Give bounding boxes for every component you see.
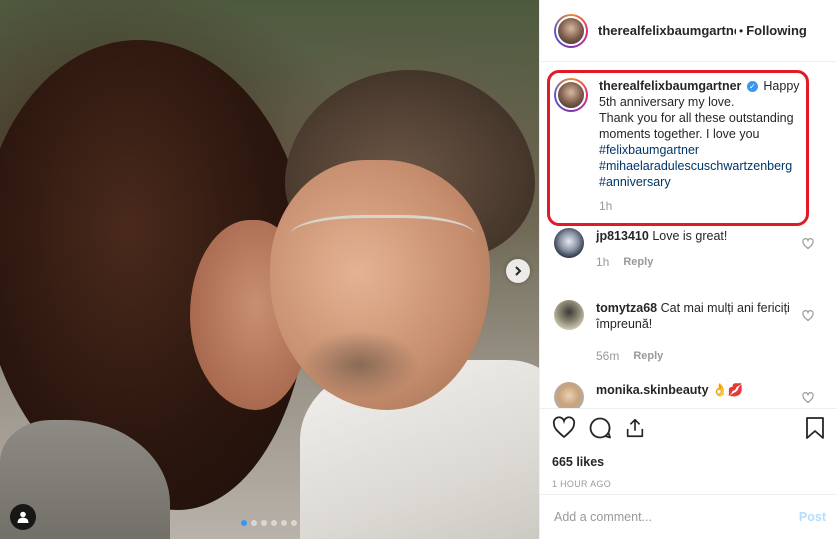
photo-detail-glasses	[290, 215, 475, 265]
likes-count[interactable]: 665 likes	[552, 455, 826, 469]
carousel-dot	[241, 520, 247, 526]
post-photo[interactable]	[0, 0, 539, 539]
highlight-box	[547, 70, 809, 226]
comment-item: tomytza68 Cat mai mulți ani fericiți împ…	[540, 294, 837, 378]
reply-button[interactable]: Reply	[633, 348, 663, 364]
author-username[interactable]: therealfelixbaumgartner	[598, 23, 736, 38]
photo-detail-beard	[300, 330, 420, 400]
post-header: therealfelixbaumgartner • Following	[540, 0, 837, 62]
comment-username[interactable]: jp813410	[596, 229, 649, 243]
reply-button[interactable]: Reply	[623, 254, 653, 270]
next-arrow-icon[interactable]	[506, 259, 530, 283]
comment-text: Love is great!	[652, 229, 728, 243]
carousel-dot	[291, 520, 297, 526]
avatar[interactable]	[554, 382, 584, 408]
post-sidebar: therealfelixbaumgartner • Following ther…	[539, 0, 837, 539]
caption: therealfelixbaumgartner ✓ Happy 5th anni…	[540, 62, 837, 230]
carousel-dot	[251, 520, 257, 526]
comment-username[interactable]: monika.skinbeauty	[596, 383, 709, 397]
separator: •	[739, 23, 744, 38]
carousel-dot	[261, 520, 267, 526]
heart-icon[interactable]	[552, 415, 576, 443]
comment-time: 1h	[596, 255, 610, 269]
carousel-indicator	[241, 520, 297, 526]
carousel-dot	[271, 520, 277, 526]
heart-icon[interactable]	[802, 310, 814, 325]
bookmark-icon[interactable]	[804, 416, 826, 443]
following-button[interactable]: Following	[746, 23, 807, 38]
comment-input[interactable]	[554, 510, 799, 524]
heart-icon[interactable]	[802, 238, 814, 253]
avatar[interactable]	[554, 13, 588, 48]
comment-composer: Post	[540, 494, 837, 539]
comment-icon[interactable]	[588, 416, 612, 443]
user-tag-icon[interactable]	[10, 504, 36, 530]
comment-item: monika.skinbeauty 👌💋	[540, 378, 837, 408]
post-timestamp: 1 HOUR AGO	[552, 479, 612, 489]
comment-time: 56m	[596, 349, 620, 363]
heart-icon[interactable]	[802, 392, 814, 407]
comment-text: 👌💋	[712, 383, 744, 397]
post-button[interactable]: Post	[799, 510, 826, 524]
comments-list[interactable]: therealfelixbaumgartner ✓ Happy 5th anni…	[540, 62, 837, 408]
avatar[interactable]	[554, 300, 584, 330]
comment-item: jp813410 Love is great! 1h Reply	[540, 228, 837, 294]
comment-username[interactable]: tomytza68	[596, 301, 657, 315]
post-actions: 665 likes 1 HOUR AGO	[540, 408, 837, 489]
avatar[interactable]	[554, 228, 584, 258]
share-icon[interactable]	[624, 417, 646, 442]
carousel-dot	[281, 520, 287, 526]
